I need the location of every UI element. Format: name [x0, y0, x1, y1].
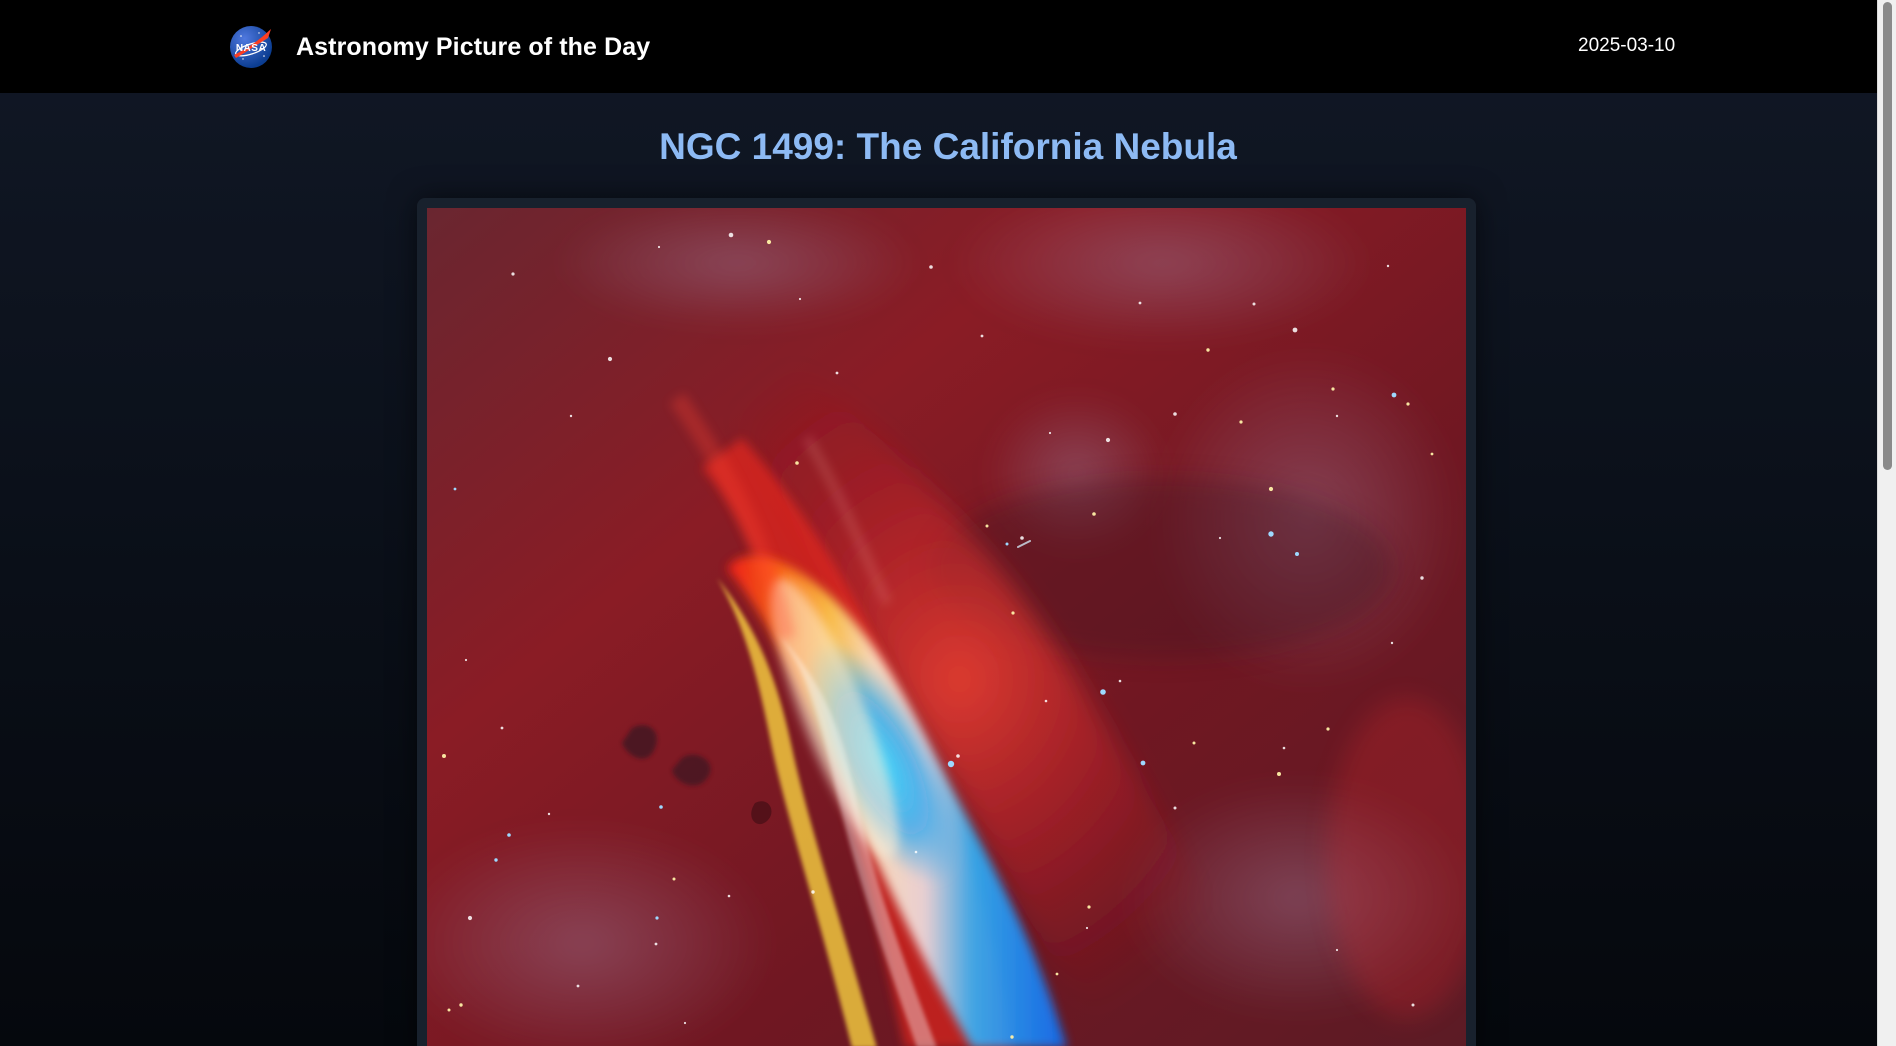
vertical-scrollbar[interactable]	[1877, 0, 1896, 1046]
image-card	[417, 198, 1476, 1046]
california-nebula-image[interactable]	[427, 208, 1466, 1046]
scrollbar-thumb[interactable]	[1883, 2, 1892, 470]
site-brand[interactable]: NASA Astronomy Picture of the Day	[228, 24, 650, 70]
apod-page: NASA Astronomy Picture of the Day 2025-0…	[0, 0, 1896, 1046]
svg-text:NASA: NASA	[236, 43, 266, 54]
page-title: NGC 1499: The California Nebula	[659, 126, 1237, 167]
site-title[interactable]: Astronomy Picture of the Day	[296, 33, 650, 62]
main-content: NGC 1499: The California Nebula	[0, 93, 1896, 1046]
nasa-logo-icon[interactable]: NASA	[228, 24, 274, 70]
top-bar: NASA Astronomy Picture of the Day 2025-0…	[0, 0, 1896, 93]
picture-date: 2025-03-10	[1578, 35, 1676, 56]
